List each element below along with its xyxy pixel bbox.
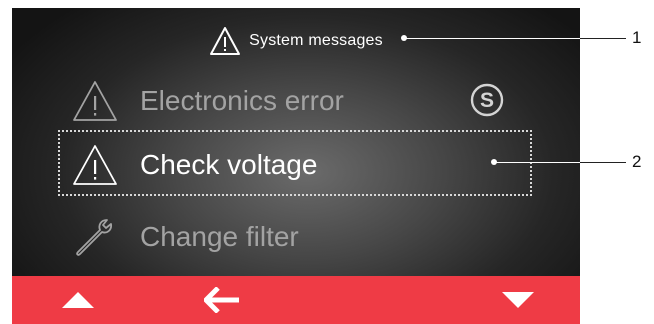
scroll-down-button[interactable]: [488, 276, 548, 324]
arrow-up-icon: [62, 292, 94, 308]
scroll-up-button[interactable]: [48, 276, 108, 324]
arrow-down-icon: [502, 292, 534, 308]
wrench-icon: [72, 215, 118, 259]
message-item-electronics-error[interactable]: Electronics error: [72, 70, 532, 132]
message-item-change-filter[interactable]: Change filter: [72, 206, 532, 268]
callout-leader-2-outer: [580, 162, 626, 163]
screen-header: System messages: [12, 24, 580, 58]
arrow-left-icon: [204, 287, 239, 313]
callout-number-2: 2: [632, 152, 642, 171]
warning-triangle-icon: [209, 26, 241, 56]
message-label: Electronics error: [140, 85, 344, 116]
screen-title: System messages: [249, 32, 383, 49]
service-badge-icon: S: [470, 83, 504, 117]
warning-triangle-icon: [72, 79, 118, 123]
back-button[interactable]: [192, 276, 252, 324]
callout-anchor-1: [401, 35, 407, 41]
bottom-nav-bar: [12, 276, 580, 324]
callout-number-1: 1: [632, 28, 642, 47]
callout-leader-1-outer: [580, 38, 626, 39]
service-badge-letter: S: [480, 89, 494, 112]
callout-anchor-2: [491, 159, 497, 165]
figure-root: System messages Electronics error S Chec…: [0, 0, 654, 324]
device-screen: System messages Electronics error S Chec…: [12, 8, 580, 324]
warning-triangle-icon: [72, 143, 118, 187]
message-label: Check voltage: [140, 149, 318, 180]
callout-leader-2-inner: [496, 162, 580, 163]
message-item-check-voltage[interactable]: Check voltage: [72, 134, 532, 196]
callout-leader-1-inner: [406, 38, 580, 39]
message-label: Change filter: [140, 221, 299, 252]
